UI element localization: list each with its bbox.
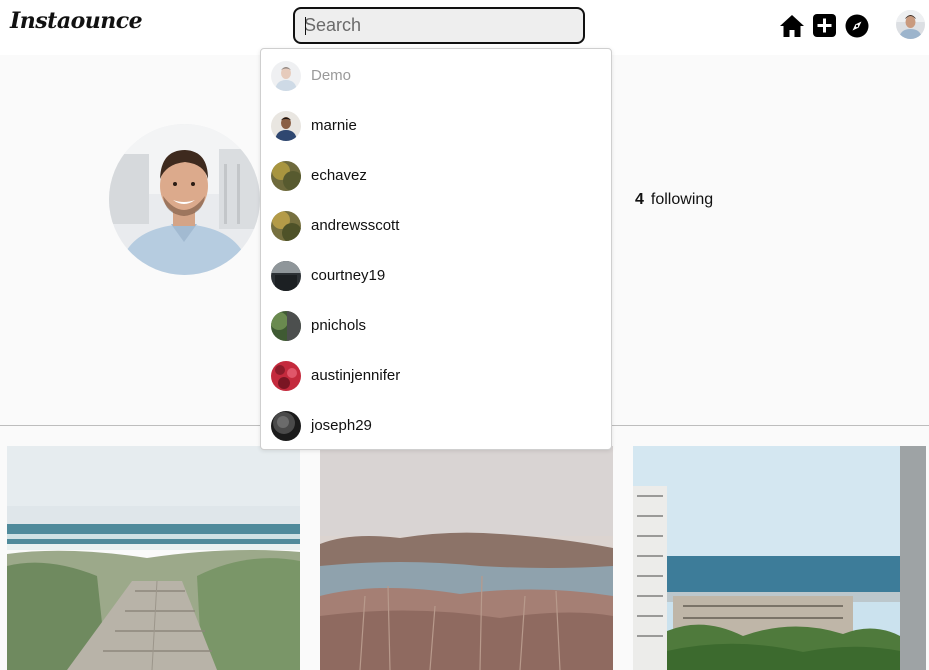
- app-logo[interactable]: Instaounce: [10, 8, 143, 34]
- user-avatar: [271, 111, 301, 141]
- post-thumbnail-coast-city[interactable]: [633, 446, 926, 670]
- search-result-item[interactable]: echavez: [261, 150, 611, 200]
- profile-avatar[interactable]: [896, 10, 925, 39]
- user-avatar: [271, 411, 301, 441]
- following-label: following: [650, 191, 714, 208]
- search-result-username: marnie: [311, 117, 357, 134]
- user-avatar: [271, 361, 301, 391]
- search-result-item[interactable]: marnie: [261, 100, 611, 150]
- top-navbar: Instaounce: [0, 0, 929, 55]
- search-result-item[interactable]: austinjennifer: [261, 350, 611, 400]
- user-avatar: [271, 61, 301, 91]
- post-thumbnail-lake[interactable]: [320, 446, 613, 670]
- text-caret: [305, 17, 306, 35]
- home-icon[interactable]: [779, 13, 805, 39]
- search-result-item[interactable]: courtney19: [261, 250, 611, 300]
- search-result-username: courtney19: [311, 267, 386, 284]
- search-result-username: Demo: [311, 67, 352, 84]
- user-avatar: [271, 211, 301, 241]
- explore-compass-icon[interactable]: [845, 14, 869, 38]
- search-results-dropdown: Demo marnie echavez andrewsscott courtne…: [260, 48, 612, 450]
- user-avatar: [271, 261, 301, 291]
- search-input[interactable]: [295, 9, 583, 42]
- search-result-item[interactable]: andrewsscott: [261, 200, 611, 250]
- search-result-item[interactable]: pnichols: [261, 300, 611, 350]
- following-count: 4: [635, 191, 644, 208]
- search-result-username: joseph29: [311, 417, 372, 434]
- add-post-icon[interactable]: [813, 14, 836, 37]
- search-box[interactable]: [293, 7, 585, 44]
- search-result-username: pnichols: [311, 317, 367, 334]
- search-result-item[interactable]: joseph29: [261, 400, 611, 450]
- post-thumbnail-beach[interactable]: [7, 446, 300, 670]
- following-stat[interactable]: 4 following: [635, 191, 713, 209]
- search-result-item[interactable]: Demo: [261, 50, 611, 100]
- user-avatar: [271, 311, 301, 341]
- search-result-username: austinjennifer: [311, 367, 401, 384]
- user-avatar: [271, 161, 301, 191]
- search-result-username: echavez: [311, 167, 367, 184]
- search-result-username: andrewsscott: [311, 217, 400, 234]
- profile-photo: [109, 124, 260, 275]
